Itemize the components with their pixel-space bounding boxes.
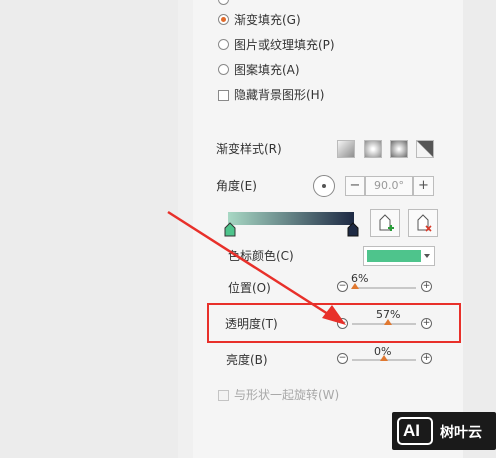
watermark: AI 树叶云 <box>392 412 496 450</box>
watermark-logo-icon: AI <box>397 417 433 445</box>
watermark-name: 树叶云 <box>440 425 482 441</box>
watermark-brand: AI <box>403 421 420 440</box>
annotation-arrow-icon <box>167 210 346 325</box>
